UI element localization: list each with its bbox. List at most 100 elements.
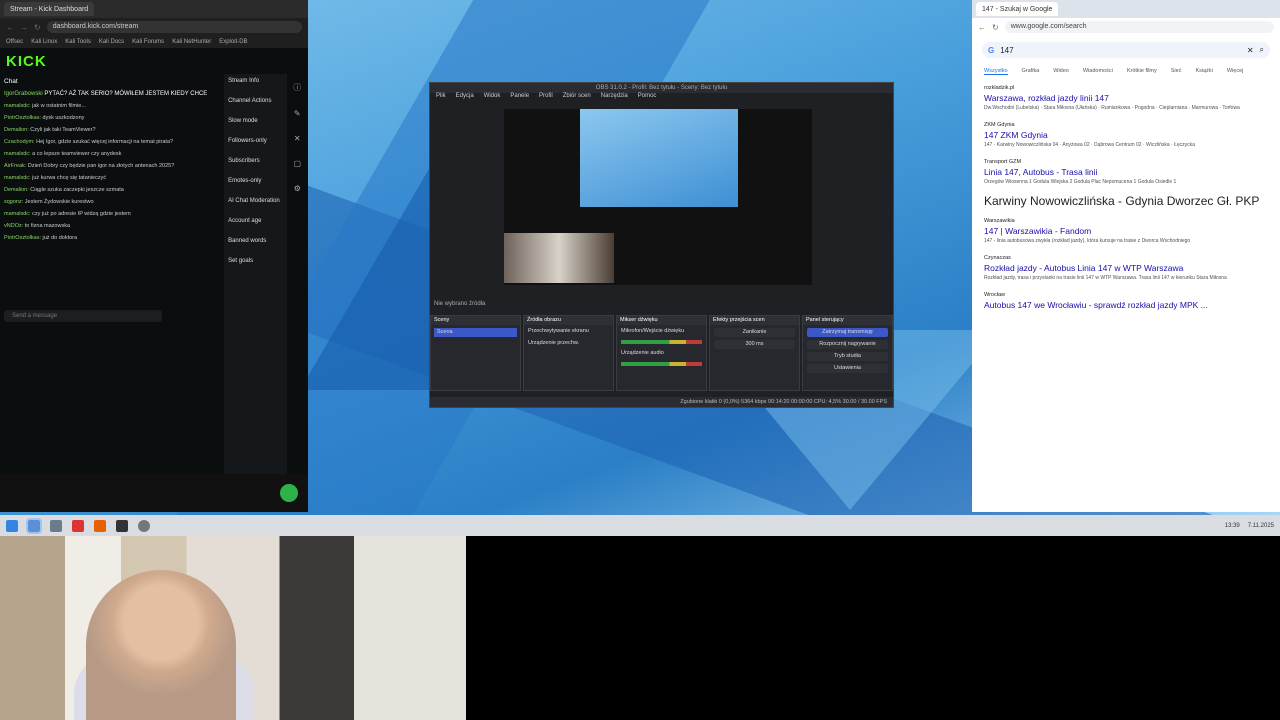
start-recording-button[interactable]: Rozpocznij nagrywanie [807, 340, 888, 349]
reload-icon[interactable]: ↻ [992, 23, 999, 32]
chat-username[interactable]: mamalsdc: [4, 103, 31, 109]
obs-icon[interactable] [138, 519, 150, 532]
side-panel-item[interactable]: Set goals [228, 258, 283, 264]
chat-input[interactable]: Send a message [4, 310, 162, 322]
side-panel-item[interactable]: Banned words [228, 238, 283, 244]
webcam-overlay [0, 536, 466, 720]
live-indicator-icon[interactable] [280, 484, 298, 502]
settings-button[interactable]: Ustawienia [807, 364, 888, 373]
kick-logo[interactable]: KICK [6, 53, 47, 70]
bookmark[interactable]: Offsec [6, 39, 23, 45]
chat-username[interactable]: mamalsdc: [4, 151, 31, 157]
result-title-link[interactable]: Warszawa, rozkład jazdy linii 147 [984, 93, 1268, 103]
pinned-text: PYTAĆ? AŻ TAK SERIO? MÓWIŁEM JESTEM KIED… [44, 91, 208, 97]
chat-username[interactable]: mamalsdc: [4, 175, 31, 181]
chat-text: Ciągle szuka zaczepki jeszcze szmata [30, 187, 124, 193]
app-menu-icon[interactable] [6, 519, 18, 532]
transition-select[interactable]: Zanikanie [714, 328, 795, 337]
bookmark[interactable]: Kali Tools [65, 39, 91, 45]
side-panel-item[interactable]: Stream Info [228, 78, 283, 84]
bookmark[interactable]: Kali NetHunter [172, 39, 211, 45]
chat-username[interactable]: PiotrOsztolkas: [4, 235, 41, 241]
forward-icon[interactable]: → [20, 23, 28, 32]
reload-icon[interactable]: ↻ [34, 23, 41, 32]
tab-google[interactable]: 147 - Szukaj w Google [976, 2, 1059, 16]
settings-icon[interactable]: ⚙ [294, 184, 301, 193]
bookmark[interactable]: Kali Forums [132, 39, 164, 45]
chat-username[interactable]: sqgonz: [4, 199, 23, 205]
search-tab[interactable]: Wideo [1053, 68, 1069, 75]
side-panel-item[interactable]: Subscribers [228, 158, 283, 164]
source-item[interactable]: Urządzenie przechw. [524, 337, 613, 349]
side-panel-item[interactable]: Followers-only [228, 138, 283, 144]
search-tab[interactable]: Więcej [1227, 68, 1244, 75]
side-panel-item[interactable]: Emotes-only [228, 178, 283, 184]
obs-menu-item[interactable]: Edycja [456, 93, 474, 103]
search-result: Warszawikia 147 | Warszawikia - Fandom 147… [972, 212, 1280, 249]
chat-username[interactable]: PiotrOsztolkas: [4, 115, 41, 121]
obs-menu-item[interactable]: Profil [539, 93, 553, 103]
files-icon[interactable] [50, 519, 62, 532]
back-icon[interactable]: ← [6, 23, 14, 32]
chat-username[interactable]: Demalion: [4, 127, 29, 133]
search-tab[interactable]: Książki [1195, 68, 1212, 75]
google-search-box[interactable]: G 147 ✕ ⌕ [982, 42, 1270, 58]
chat-message: sqgonz: Jestem Żydowskie kurestwo [4, 196, 220, 208]
result-title-link[interactable]: 147 ZKM Gdynia [984, 130, 1268, 140]
pinned-user[interactable]: IgorGrabowski [4, 91, 43, 97]
back-icon[interactable]: ← [978, 23, 986, 32]
obs-menu-item[interactable]: Narzędzia [601, 93, 628, 103]
side-panel-item[interactable]: Account age [228, 218, 283, 224]
side-panel-item[interactable]: AI Chat Moderation [228, 198, 283, 204]
search-tab[interactable]: Wszystko [984, 68, 1008, 75]
url-input[interactable]: dashboard.kick.com/stream [46, 21, 302, 33]
side-panel-item[interactable]: Slow mode [228, 118, 283, 124]
chat-username[interactable]: Czachodym: [4, 139, 35, 145]
bookmark[interactable]: Kali Docs [99, 39, 124, 45]
bookmark[interactable]: Exploit-DB [219, 39, 247, 45]
clock-time[interactable]: 13:39 [1225, 523, 1240, 529]
search-tab[interactable]: Sieć [1171, 68, 1182, 75]
obs-menu-item[interactable]: Pomoc [638, 93, 657, 103]
result-title-link[interactable]: Rozkład jazdy - Autobus Linia 147 w WTP … [984, 263, 1268, 273]
source-item[interactable]: Przechwytywanie ekranu [524, 325, 613, 337]
obs-menu-item[interactable]: Widok [484, 93, 501, 103]
edit-icon[interactable]: ✎ [294, 109, 301, 118]
firefox-icon[interactable] [94, 519, 106, 532]
result-title-link[interactable]: Linia 147, Autobus - Trasa linii [984, 167, 1268, 177]
obs-menu-item[interactable]: Zbiór scen [563, 93, 591, 103]
stop-stream-button[interactable]: Zatrzymaj transmisję [807, 328, 888, 337]
duration-input[interactable]: 300 ms [714, 340, 795, 349]
search-tab[interactable]: Wiadomości [1083, 68, 1113, 75]
chat-username[interactable]: vNDOz: [4, 223, 23, 229]
result-site: Transport GZM [984, 159, 1022, 165]
obs-preview[interactable] [504, 109, 812, 285]
result-title-link[interactable]: Autobus 147 we Wrocławiu - sprawdź rozkł… [984, 300, 1268, 310]
chat-username[interactable]: Demalion: [4, 187, 29, 193]
search-tab[interactable]: Krótkie filmy [1127, 68, 1157, 75]
address-bar-row: ← ↻ www.google.com/search [972, 18, 1280, 36]
close-icon[interactable]: ✕ [294, 134, 301, 143]
app-icon[interactable] [72, 519, 84, 532]
studio-mode-button[interactable]: Tryb studia [807, 352, 888, 361]
bookmark[interactable]: Kali Linux [31, 39, 57, 45]
scene-item[interactable]: Scena [434, 328, 517, 337]
side-panel-item[interactable]: Channel Actions [228, 98, 283, 104]
clear-icon[interactable]: ✕ [1247, 46, 1254, 55]
search-icon[interactable]: ⌕ [1260, 45, 1264, 55]
info-icon[interactable]: ⓘ [293, 82, 301, 93]
obs-menu-item[interactable]: Plik [436, 93, 446, 103]
chat-username[interactable]: mamalsdc: [4, 211, 31, 217]
chat-message: Demalion: Czyli jak taki TeamViewer? [4, 124, 220, 136]
chat-username[interactable]: AirFreak: [4, 163, 26, 169]
result-title-link[interactable]: 147 | Warszawikia - Fandom [984, 226, 1268, 236]
obs-menu-item[interactable]: Panele [510, 93, 529, 103]
terminal-icon[interactable] [116, 519, 128, 532]
chat-icon[interactable]: ▢ [294, 159, 302, 168]
search-tab[interactable]: Grafika [1022, 68, 1040, 75]
result-snippet: 147 · Karwiny Nowowiczlińska 04 · Anyżow… [984, 142, 1195, 148]
result-snippet: Orzegów Wiosenna 1 Godula Wiejska 2 Godu… [984, 179, 1177, 185]
desktop-icon[interactable] [26, 517, 42, 534]
url-input[interactable]: www.google.com/search [1004, 21, 1274, 33]
tab-kick[interactable]: Stream - Kick Dashboard [4, 2, 95, 16]
